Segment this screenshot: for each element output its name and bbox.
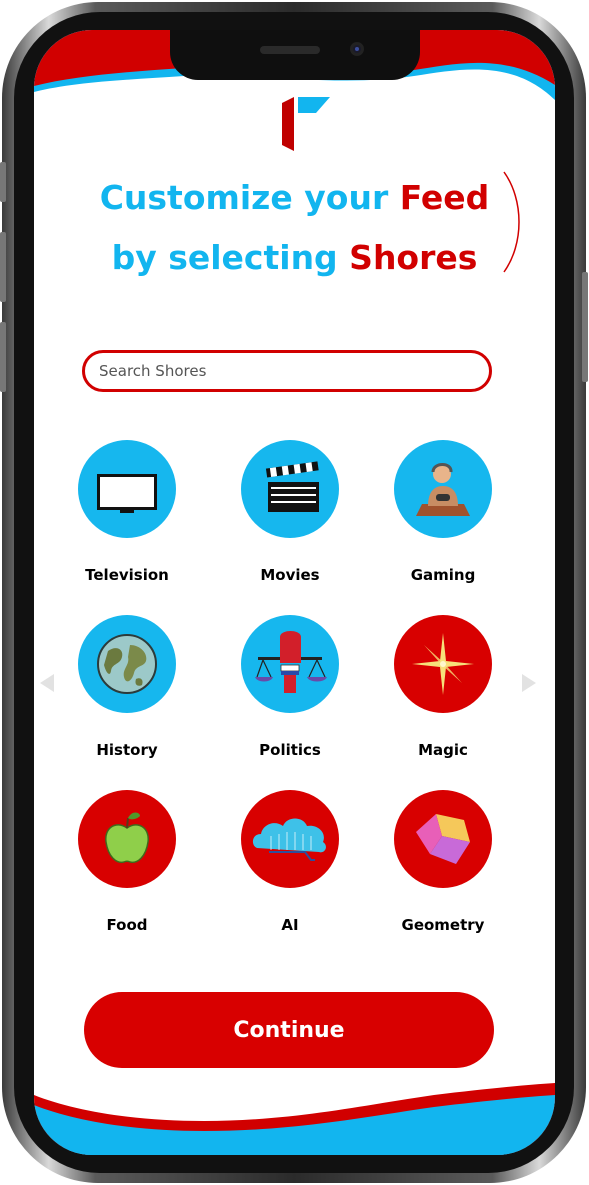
title-highlight: Feed: [399, 178, 490, 217]
apple-icon[interactable]: [78, 790, 176, 888]
category-ai[interactable]: AI: [225, 790, 355, 934]
television-icon[interactable]: [78, 440, 176, 538]
category-label: Gaming: [410, 566, 476, 584]
bottom-wave-decoration: [34, 1083, 555, 1155]
category-label: Food: [106, 916, 148, 934]
page-title: Customize your Feed by selecting Shores: [34, 168, 555, 288]
category-geometry[interactable]: Geometry: [378, 790, 508, 934]
volume-up-button: [0, 232, 6, 302]
category-label: Movies: [260, 566, 320, 584]
category-history[interactable]: History: [62, 615, 192, 759]
carousel-next-arrow[interactable]: [522, 674, 536, 692]
phone-notch: [170, 30, 420, 80]
title-highlight: Shores: [349, 238, 478, 277]
front-camera: [350, 42, 364, 56]
cloud-circuit-icon[interactable]: [241, 790, 339, 888]
cube-icon[interactable]: [394, 790, 492, 888]
mute-switch: [0, 162, 6, 202]
speaker-grille: [260, 46, 320, 54]
clapperboard-icon[interactable]: [241, 440, 339, 538]
category-label: History: [96, 741, 158, 759]
category-label: Television: [85, 566, 169, 584]
scales-fist-icon[interactable]: [241, 615, 339, 713]
title-line-1: Customize your Feed: [34, 168, 555, 228]
category-label: Magic: [418, 741, 468, 759]
category-label: AI: [281, 916, 299, 934]
category-movies[interactable]: Movies: [225, 440, 355, 584]
app-screen: Customize your Feed by selecting Shores …: [34, 30, 555, 1155]
category-television[interactable]: Television: [62, 440, 192, 584]
category-label: Geometry: [401, 916, 485, 934]
app-logo: [282, 97, 330, 151]
search-input[interactable]: [82, 350, 492, 392]
gamer-icon[interactable]: [394, 440, 492, 538]
sparkle-icon[interactable]: [394, 615, 492, 713]
continue-button[interactable]: Continue: [84, 992, 494, 1068]
power-button: [582, 272, 588, 382]
category-food[interactable]: Food: [62, 790, 192, 934]
category-magic[interactable]: Magic: [378, 615, 508, 759]
title-text: by selecting: [111, 238, 350, 277]
title-bracket-decoration: [503, 171, 520, 273]
volume-down-button: [0, 322, 6, 392]
title-line-2: by selecting Shores: [34, 228, 555, 288]
category-politics[interactable]: Politics: [225, 615, 355, 759]
title-text: Customize your: [99, 178, 400, 217]
category-label: Politics: [259, 741, 321, 759]
category-gaming[interactable]: Gaming: [378, 440, 508, 584]
carousel-prev-arrow[interactable]: [40, 674, 54, 692]
globe-icon[interactable]: [78, 615, 176, 713]
